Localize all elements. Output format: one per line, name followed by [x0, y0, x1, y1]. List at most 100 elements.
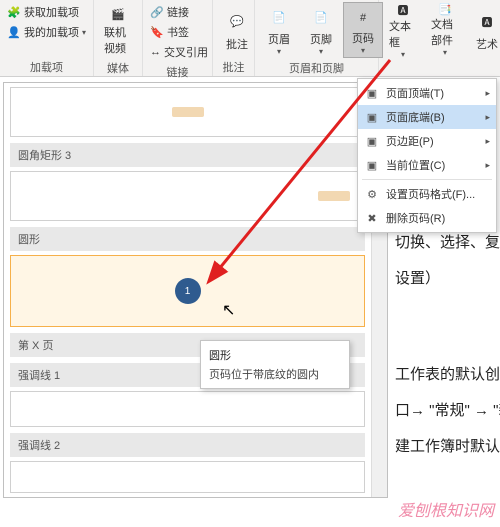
chevron-right-icon: ▸ [485, 136, 490, 147]
page-top-icon: ▣ [364, 87, 380, 100]
page-bottom-icon: ▣ [364, 111, 380, 124]
dropdown-item-current[interactable]: ▣ 当前位置(C) ▸ [358, 153, 496, 177]
group-label-comments: 批注 [217, 57, 250, 76]
badge-icon [318, 191, 350, 201]
dropdown-top-label: 页面顶端(T) [386, 85, 444, 101]
badge-icon [172, 107, 204, 117]
page-number-label: 页码 [352, 30, 374, 46]
video-icon: 🎬 [104, 4, 132, 24]
page-number-dropdown: ▣ 页面顶端(T) ▸ ▣ 页面底端(B) ▸ ▣ 页边距(P) ▸ ▣ 当前位… [357, 78, 497, 233]
dropdown-bottom-label: 页面底端(B) [386, 109, 445, 125]
quickparts-label: 文档部件 [431, 16, 459, 48]
doc-line: 工作表的默认创建数 [395, 357, 500, 393]
gallery-item-emphasis2[interactable] [10, 461, 365, 493]
dropdown-item-bottom[interactable]: ▣ 页面底端(B) ▸ [358, 105, 496, 129]
textbox-label: 文本框 [389, 18, 417, 50]
bookmark-label: 书签 [167, 24, 189, 40]
bookmark-button[interactable]: 🔖 书签 [147, 22, 208, 42]
dropdown-margins-label: 页边距(P) [386, 133, 434, 149]
dropdown-current-label: 当前位置(C) [386, 157, 445, 173]
mouse-cursor-icon: ↖ [222, 300, 235, 320]
circle-page-number: 1 [175, 278, 201, 304]
ribbon: 🧩 获取加载项 👤 我的加载项 ▾ 加载项 🎬 联机视频 媒体 🔗 链接 � [0, 0, 500, 77]
chevron-down-icon: ▾ [361, 46, 365, 55]
dropdown-item-margins[interactable]: ▣ 页边距(P) ▸ [358, 129, 496, 153]
doc-line: 建工作簿时默认的工 [395, 429, 500, 465]
doc-line: 设置） [395, 261, 500, 297]
dropdown-separator [362, 179, 492, 180]
page-number-gallery: 圆角矩形 3 圆形 1 第 X 页 强调线 1 强调线 2 [3, 82, 388, 498]
textbox-icon: 🅰 [389, 2, 417, 18]
link-label: 链接 [167, 4, 189, 20]
chevron-down-icon: ▾ [443, 48, 447, 57]
bookmark-icon: 🔖 [150, 25, 164, 39]
group-label-addins: 加载项 [4, 57, 89, 76]
remove-icon: ✖ [364, 212, 380, 225]
page-margin-icon: ▣ [364, 135, 380, 148]
header-icon: 📄 [265, 4, 293, 31]
current-pos-icon: ▣ [364, 159, 380, 172]
chevron-right-icon: ▸ [485, 160, 490, 171]
dropdown-item-top[interactable]: ▣ 页面顶端(T) ▸ [358, 81, 496, 105]
chevron-down-icon: ▾ [401, 50, 405, 59]
dropdown-item-format[interactable]: ⚙ 设置页码格式(F)... [358, 182, 496, 206]
my-addins-label: 我的加载项 [24, 24, 79, 40]
ribbon-group-media: 🎬 联机视频 媒体 [94, 0, 143, 76]
get-addins-button[interactable]: 🧩 获取加载项 [4, 2, 89, 22]
ribbon-group-comments: 💬 批注 批注 [213, 0, 255, 76]
gallery-item-circle[interactable]: 1 [10, 255, 365, 327]
footer-icon: 📄 [307, 4, 335, 31]
quickparts-button[interactable]: 📑 文档部件 ▾ [425, 2, 465, 58]
format-icon: ⚙ [364, 188, 380, 201]
link-button[interactable]: 🔗 链接 [147, 2, 208, 22]
store-icon: 🧩 [7, 5, 21, 19]
gallery-tooltip: 圆形 页码位于带底纹的圆内 [200, 340, 350, 389]
crossref-button[interactable]: ↔ 交叉引用 [147, 42, 208, 62]
wordart-icon: 🅰 [473, 8, 500, 36]
gallery-section-rounded-rect: 圆角矩形 3 [10, 143, 365, 167]
watermark-text: 爱刨根知识网 [398, 497, 494, 521]
doc-line: 口→ "常规" → "新 [395, 393, 500, 429]
ribbon-group-headerfooter: 📄 页眉 ▾ 📄 页脚 ▾ # 页码 ▾ 页眉和页脚 [255, 0, 379, 76]
document-body: 切换、选择、复 设置） 工作表的默认创建数 口→ "常规" → "新 建工作簿时… [395, 225, 500, 465]
page-number-icon: # [349, 5, 377, 30]
gallery-section-emphasis2: 强调线 2 [10, 433, 365, 457]
wordart-button[interactable]: 🅰 艺术 [467, 2, 500, 58]
online-video-label: 联机视频 [104, 24, 132, 56]
ribbon-group-links: 🔗 链接 🔖 书签 ↔ 交叉引用 链接 [143, 0, 213, 76]
gallery-section-circle: 圆形 [10, 227, 365, 251]
online-video-button[interactable]: 🎬 联机视频 [98, 2, 138, 58]
textbox-button[interactable]: 🅰 文本框 ▾ [383, 2, 423, 58]
gallery-item-emphasis1[interactable] [10, 391, 365, 427]
header-label: 页眉 [268, 31, 290, 47]
footer-button[interactable]: 📄 页脚 ▾ [301, 2, 341, 58]
gallery-item-rounded-rect-top[interactable] [10, 87, 365, 137]
dropdown-format-label: 设置页码格式(F)... [386, 186, 475, 202]
comment-label: 批注 [226, 36, 248, 52]
group-label-text [383, 61, 500, 76]
link-icon: 🔗 [150, 5, 164, 19]
person-icon: 👤 [7, 25, 21, 39]
footer-label: 页脚 [310, 31, 332, 47]
crossref-label: 交叉引用 [164, 44, 208, 60]
group-label-links: 链接 [147, 62, 208, 81]
tooltip-desc: 页码位于带底纹的圆内 [209, 366, 341, 382]
tooltip-title: 圆形 [209, 347, 341, 363]
header-button[interactable]: 📄 页眉 ▾ [259, 2, 299, 58]
comment-icon: 💬 [223, 8, 251, 36]
crossref-icon: ↔ [150, 45, 161, 59]
chevron-right-icon: ▸ [485, 112, 490, 123]
my-addins-button[interactable]: 👤 我的加载项 ▾ [4, 22, 89, 42]
wordart-label: 艺术 [476, 36, 498, 52]
comment-button[interactable]: 💬 批注 [217, 2, 257, 57]
dropdown-item-remove[interactable]: ✖ 删除页码(R) [358, 206, 496, 230]
dropdown-remove-label: 删除页码(R) [386, 210, 445, 226]
gallery-item-rounded-rect-3[interactable] [10, 171, 365, 221]
chevron-down-icon: ▾ [319, 47, 323, 56]
ribbon-group-addins: 🧩 获取加载项 👤 我的加载项 ▾ 加载项 [0, 0, 94, 76]
ribbon-group-text: 🅰 文本框 ▾ 📑 文档部件 ▾ 🅰 艺术 [379, 0, 500, 76]
group-label-headerfooter: 页眉和页脚 [259, 58, 374, 77]
chevron-right-icon: ▸ [485, 88, 490, 99]
quickparts-icon: 📑 [431, 3, 459, 16]
page-number-button[interactable]: # 页码 ▾ [343, 2, 383, 58]
